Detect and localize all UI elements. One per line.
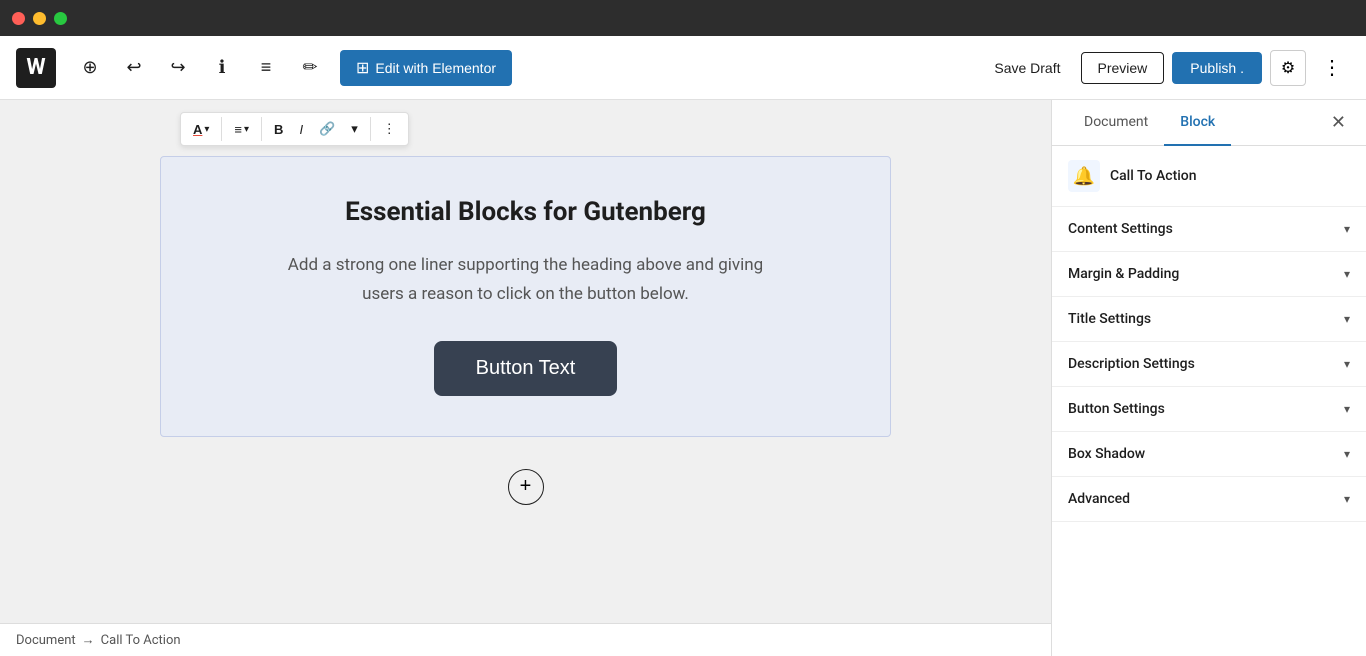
accordion-margin-padding: Margin & Padding ▾	[1052, 252, 1366, 297]
close-icon: ✕	[1331, 112, 1346, 132]
tab-block[interactable]: Block	[1164, 100, 1231, 146]
accordion-description-settings-header[interactable]: Description Settings ▾	[1052, 342, 1366, 386]
edit-button[interactable]: ✏	[292, 50, 328, 86]
breadcrumb: Document → Call To Action	[0, 623, 1051, 656]
accordion-title-settings: Title Settings ▾	[1052, 297, 1366, 342]
accordion-content-settings-header[interactable]: Content Settings ▾	[1052, 207, 1366, 251]
dropdown-arrow-icon: ▾	[351, 121, 358, 137]
italic-button[interactable]: I	[293, 118, 309, 141]
more-block-options-button[interactable]: ⋮	[377, 117, 402, 141]
breadcrumb-document[interactable]: Document	[16, 633, 76, 648]
align-icon: ≡	[234, 122, 242, 137]
bold-button[interactable]: B	[268, 118, 289, 141]
more-options-button[interactable]: ⋮	[1314, 50, 1350, 86]
cta-block: Essential Blocks for Gutenberg Add a str…	[160, 156, 891, 437]
panel-close-button[interactable]: ✕	[1327, 108, 1350, 137]
wp-logo: W	[16, 48, 56, 88]
cta-icon: 🔔	[1073, 166, 1095, 187]
accordion-box-shadow-header[interactable]: Box Shadow ▾	[1052, 432, 1366, 476]
block-type-header: 🔔 Call To Action	[1052, 146, 1366, 207]
color-dropdown-arrow: ▾	[204, 124, 209, 135]
save-draft-button[interactable]: Save Draft	[982, 52, 1072, 84]
plus-icon: ⊕	[82, 57, 97, 78]
maximize-button[interactable]	[54, 12, 67, 25]
accordion-margin-padding-header[interactable]: Margin & Padding ▾	[1052, 252, 1366, 296]
close-button[interactable]	[12, 12, 25, 25]
link-button[interactable]: 🔗	[313, 117, 341, 141]
list-icon: ≡	[261, 57, 272, 78]
content-block-wrapper: Essential Blocks for Gutenberg Add a str…	[0, 100, 1051, 545]
breadcrumb-arrow: →	[82, 632, 95, 648]
redo-icon: ↪	[170, 57, 185, 78]
chevron-down-icon-2: ▾	[1344, 267, 1350, 281]
title-settings-label: Title Settings	[1068, 311, 1151, 327]
minimize-button[interactable]	[33, 12, 46, 25]
titlebar	[0, 0, 1366, 36]
undo-icon: ↩	[126, 57, 141, 78]
accordion-button-settings: Button Settings ▾	[1052, 387, 1366, 432]
add-block-button[interactable]: +	[508, 469, 544, 505]
info-button[interactable]: ℹ	[204, 50, 240, 86]
redo-button[interactable]: ↪	[160, 50, 196, 86]
editor-area: A ▾ ≡ ▾ B I 🔗 ▾ ⋮	[0, 100, 1051, 656]
align-button[interactable]: ≡ ▾	[228, 118, 255, 141]
margin-padding-label: Margin & Padding	[1068, 266, 1179, 282]
tab-document[interactable]: Document	[1068, 100, 1164, 146]
panel-accordion: Content Settings ▾ Margin & Padding ▾ Ti…	[1052, 207, 1366, 656]
box-shadow-label: Box Shadow	[1068, 446, 1145, 462]
toolbar-separator-3	[370, 117, 371, 141]
info-icon: ℹ	[219, 57, 226, 78]
edit-icon: ✏	[302, 57, 317, 78]
gear-icon: ⚙	[1281, 58, 1295, 78]
elementor-button[interactable]: ⊞ Edit with Elementor	[340, 50, 512, 86]
accordion-title-settings-header[interactable]: Title Settings ▾	[1052, 297, 1366, 341]
more-icon: ⋮	[1322, 55, 1342, 80]
breadcrumb-block[interactable]: Call To Action	[101, 633, 181, 648]
cta-title: Essential Blocks for Gutenberg	[221, 197, 830, 227]
block-type-label: Call To Action	[1110, 168, 1197, 184]
top-toolbar: W ⊕ ↩ ↪ ℹ ≡ ✏ ⊞ Edit with Elementor Save…	[0, 36, 1366, 100]
toolbar-separator-1	[221, 117, 222, 141]
publish-button[interactable]: Publish .	[1172, 52, 1262, 84]
block-toolbar: A ▾ ≡ ▾ B I 🔗 ▾ ⋮	[180, 112, 409, 146]
list-view-button[interactable]: ≡	[248, 50, 284, 86]
right-panel: Document Block ✕ 🔔 Call To Action Conten…	[1051, 100, 1366, 656]
chevron-down-icon-4: ▾	[1344, 357, 1350, 371]
chevron-down-icon-5: ▾	[1344, 402, 1350, 416]
align-dropdown-arrow: ▾	[244, 124, 249, 135]
accordion-advanced: Advanced ▾	[1052, 477, 1366, 522]
accordion-advanced-header[interactable]: Advanced ▾	[1052, 477, 1366, 521]
description-settings-label: Description Settings	[1068, 356, 1195, 372]
more-rich-text-button[interactable]: ▾	[345, 117, 364, 141]
cta-button[interactable]: Button Text	[434, 341, 618, 396]
plus-circle-icon: +	[520, 475, 532, 498]
preview-button[interactable]: Preview	[1081, 52, 1165, 84]
chevron-down-icon: ▾	[1344, 222, 1350, 236]
text-color-button[interactable]: A ▾	[187, 118, 215, 141]
link-icon: 🔗	[319, 121, 335, 137]
vertical-dots-icon: ⋮	[383, 121, 396, 137]
chevron-down-icon-3: ▾	[1344, 312, 1350, 326]
text-color-icon: A	[193, 122, 202, 137]
panel-tabs: Document Block ✕	[1052, 100, 1366, 146]
accordion-content-settings: Content Settings ▾	[1052, 207, 1366, 252]
toolbar-separator-2	[261, 117, 262, 141]
advanced-label: Advanced	[1068, 491, 1130, 507]
chevron-down-icon-6: ▾	[1344, 447, 1350, 461]
accordion-box-shadow: Box Shadow ▾	[1052, 432, 1366, 477]
cta-description: Add a strong one liner supporting the he…	[276, 251, 776, 309]
block-type-icon: 🔔	[1068, 160, 1100, 192]
accordion-button-settings-header[interactable]: Button Settings ▾	[1052, 387, 1366, 431]
content-settings-label: Content Settings	[1068, 221, 1173, 237]
button-settings-label: Button Settings	[1068, 401, 1165, 417]
settings-button[interactable]: ⚙	[1270, 50, 1306, 86]
main-area: A ▾ ≡ ▾ B I 🔗 ▾ ⋮	[0, 100, 1366, 656]
chevron-down-icon-7: ▾	[1344, 492, 1350, 506]
undo-button[interactable]: ↩	[116, 50, 152, 86]
italic-icon: I	[299, 122, 303, 137]
bold-icon: B	[274, 122, 283, 137]
elementor-icon: ⊞	[356, 58, 369, 78]
accordion-description-settings: Description Settings ▾	[1052, 342, 1366, 387]
add-block-toolbar-button[interactable]: ⊕	[72, 50, 108, 86]
